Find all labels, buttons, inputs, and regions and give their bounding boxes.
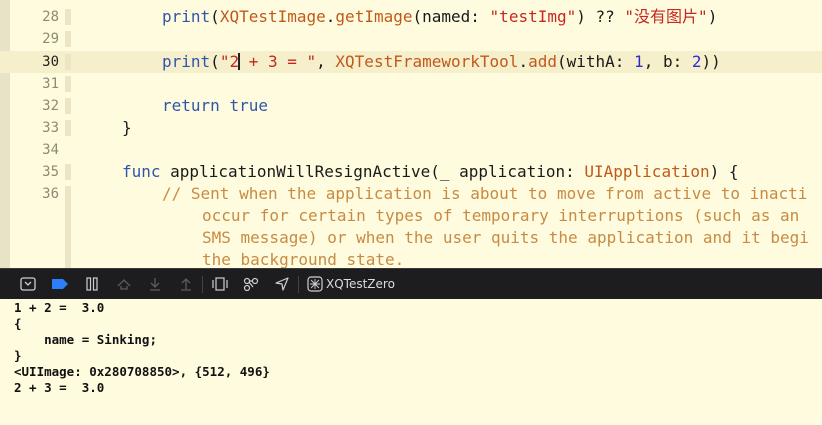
code-line-32[interactable]: 32 return true (0, 95, 822, 117)
divider (202, 276, 203, 293)
code-text: return true (162, 96, 268, 115)
fold-ribbon[interactable] (65, 120, 71, 136)
console-line: { (14, 316, 22, 331)
code-line-35[interactable]: 35 func applicationWillResignActive(_ ap… (0, 161, 822, 183)
breakpoint-icon (52, 279, 68, 289)
pause-icon (86, 277, 98, 291)
pause-button[interactable] (81, 273, 103, 295)
code-line-30-current[interactable]: 30 print("2 + 3 = ", XQTestFrameworkTool… (0, 51, 822, 73)
line-number: 36 (42, 186, 59, 202)
line-number: 35 (42, 164, 59, 180)
fold-ribbon[interactable] (65, 98, 71, 114)
memory-graph-icon (243, 277, 259, 291)
step-over-icon (117, 279, 131, 290)
code-line-33[interactable]: 33 } (0, 117, 822, 139)
code-line-36-wrap-3: the background state. (0, 249, 822, 268)
code-line-36[interactable]: 36 // Sent when the application is about… (0, 183, 822, 268)
step-out-icon (181, 278, 191, 291)
line-number: 30 (42, 54, 59, 70)
code-text: func applicationWillResignActive(_ appli… (122, 162, 739, 181)
simulate-location-button[interactable] (271, 273, 293, 295)
fold-ribbon[interactable] (65, 54, 71, 70)
console-line: 1 + 2 = 3.0 (14, 300, 105, 315)
console-output-area[interactable]: 1 + 2 = 3.0 { name = Sinking; } <UIImage… (0, 299, 822, 425)
target-app-icon-button[interactable] (304, 273, 326, 295)
comment-text: SMS message) or when the user quits the … (202, 228, 809, 247)
code-line-36-wrap-1: occur for certain types of temporary int… (0, 205, 822, 227)
code-line-36-wrap-2: SMS message) or when the user quits the … (0, 227, 822, 249)
step-into-icon (150, 278, 160, 291)
fold-ribbon[interactable] (65, 164, 71, 180)
comment-text: the background state. (202, 250, 405, 268)
view-hierarchy-button[interactable] (209, 273, 231, 295)
step-over-button[interactable] (113, 273, 135, 295)
console-line: 2 + 3 = 3.0 (14, 380, 105, 395)
console-line: } (14, 348, 22, 363)
panel-toggle-icon (20, 277, 36, 291)
breakpoints-toggle-button[interactable] (49, 273, 71, 295)
code-text: print("2 + 3 = ", XQTestFrameworkTool.ad… (162, 52, 721, 71)
code-line-34[interactable]: 34 (0, 139, 822, 161)
code-line-28[interactable]: 28 print(XQTestImage.getImage(named: "te… (0, 6, 822, 28)
line-number: 34 (42, 142, 59, 158)
view-hierarchy-icon (212, 277, 228, 291)
location-icon (275, 277, 289, 291)
code-line-31[interactable]: 31 (0, 73, 822, 95)
comment-text: // Sent when the application is about to… (162, 184, 808, 203)
app-icon (307, 276, 323, 292)
step-out-button[interactable] (175, 273, 197, 295)
line-number: 32 (42, 98, 59, 114)
target-name[interactable]: XQTestZero (326, 269, 395, 300)
debug-bar: XQTestZero (0, 268, 822, 299)
comment-text: occur for certain types of temporary int… (202, 206, 800, 225)
line-number: 33 (42, 120, 59, 136)
console-line: <UIImage: 0x280708850>, {512, 496} (14, 364, 270, 379)
divider (298, 276, 299, 293)
fold-ribbon[interactable] (65, 76, 71, 92)
code-text: print(XQTestImage.getImage(named: "testI… (162, 7, 718, 26)
code-editor[interactable]: 28 print(XQTestImage.getImage(named: "te… (0, 0, 822, 268)
fold-ribbon[interactable] (65, 31, 71, 47)
console-line: name = Sinking; (14, 332, 157, 347)
memory-graph-button[interactable] (240, 273, 262, 295)
line-number: 31 (42, 76, 59, 92)
step-into-button[interactable] (144, 273, 166, 295)
code-line-29[interactable]: 29 (0, 28, 822, 50)
hide-debug-area-button[interactable] (17, 273, 39, 295)
code-text: } (122, 118, 132, 137)
line-number: 29 (42, 31, 59, 47)
fold-ribbon[interactable] (65, 9, 71, 25)
line-number: 28 (42, 9, 59, 25)
